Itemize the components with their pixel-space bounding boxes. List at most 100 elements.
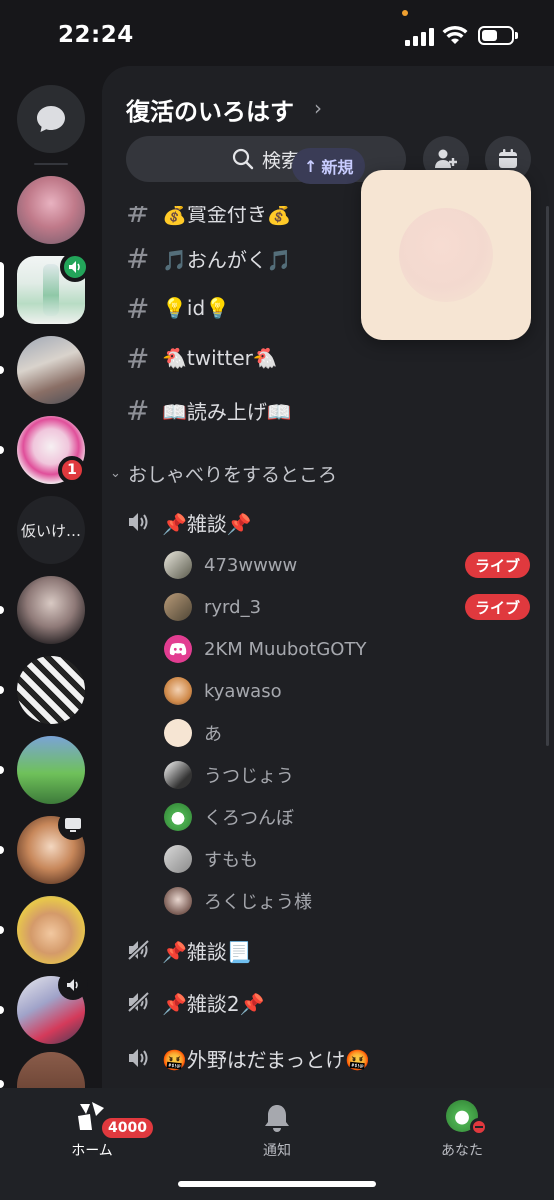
voice-member[interactable]: ryrd_3 ライブ bbox=[102, 586, 554, 628]
member-name: 473wwww bbox=[204, 554, 298, 576]
server-rail: 1 仮いけ… bbox=[0, 66, 102, 1088]
text-channel[interactable]: # 📖読み上げ📖 bbox=[102, 388, 554, 432]
unread-pill bbox=[0, 846, 4, 854]
unread-pill bbox=[0, 366, 4, 374]
voice-member[interactable]: 473wwww ライブ bbox=[102, 544, 554, 586]
avatar bbox=[164, 593, 192, 621]
rail-divider bbox=[34, 163, 68, 165]
avatar bbox=[164, 719, 192, 747]
hash-icon: # bbox=[126, 291, 150, 325]
tab-home-label: ホーム bbox=[71, 1143, 113, 1159]
tab-home[interactable]: ホーム 4000 bbox=[32, 1088, 155, 1168]
screen-share-badge bbox=[58, 810, 88, 840]
text-channel[interactable]: # 🐔twitter🐔 bbox=[102, 336, 554, 380]
tab-you[interactable]: あなた bbox=[402, 1088, 522, 1168]
tab-you-label: あなた bbox=[441, 1143, 483, 1159]
voice-member[interactable]: kyawaso bbox=[102, 670, 554, 712]
search-button[interactable]: 検索 bbox=[126, 136, 406, 182]
channel-name: 🐔twitter🐔 bbox=[162, 346, 278, 370]
server-name[interactable]: 復活のいろはす bbox=[126, 92, 294, 127]
status-bar: 22:24 bbox=[0, 0, 554, 66]
voice-channel[interactable]: 🤬外野はだまっとけ🤬 bbox=[102, 1036, 554, 1080]
member-name: ryrd_3 bbox=[204, 596, 262, 618]
member-name: ろくじょう様 bbox=[204, 892, 312, 913]
unread-pill bbox=[0, 1080, 4, 1088]
server-icon[interactable] bbox=[17, 1052, 85, 1088]
server-icon[interactable] bbox=[17, 736, 85, 804]
direct-messages-button[interactable] bbox=[17, 85, 85, 153]
avatar bbox=[164, 803, 192, 831]
add-member-icon bbox=[435, 149, 457, 168]
channel-name: 💡id💡 bbox=[162, 296, 231, 320]
speaker-icon bbox=[69, 261, 80, 273]
chevron-down-icon: ⌄ bbox=[110, 465, 121, 481]
speaker-icon bbox=[67, 979, 78, 991]
voice-channel[interactable]: 📌雑談2📌 bbox=[102, 980, 554, 1024]
new-unread-jump-button[interactable]: ↑ 新規 bbox=[292, 148, 366, 184]
new-unread-label: 新規 bbox=[321, 158, 354, 177]
category-header[interactable]: ⌄ おしゃべりをするところ bbox=[102, 455, 554, 491]
hash-icon: # bbox=[126, 393, 150, 427]
avatar bbox=[164, 635, 192, 663]
server-icon[interactable] bbox=[17, 176, 85, 244]
tab-notifications[interactable]: 通知 bbox=[217, 1088, 337, 1168]
voice-member[interactable]: すもも bbox=[102, 838, 554, 880]
member-name: 2KM MuubotGOTY bbox=[204, 638, 367, 660]
server-folder[interactable]: 仮いけ… bbox=[17, 496, 85, 564]
voice-member[interactable]: あ bbox=[102, 712, 554, 754]
bell-icon bbox=[265, 1105, 289, 1132]
member-name: kyawaso bbox=[204, 680, 282, 702]
avatar bbox=[164, 677, 192, 705]
cellular-signal-icon bbox=[405, 28, 435, 46]
speaker-muted-icon bbox=[127, 939, 150, 961]
server-icon[interactable] bbox=[17, 656, 85, 724]
chat-bubble-icon bbox=[37, 106, 65, 132]
battery-level bbox=[482, 30, 498, 41]
search-icon bbox=[232, 148, 254, 170]
server-icon[interactable] bbox=[17, 336, 85, 404]
unread-count-badge: 4000 bbox=[100, 1116, 155, 1140]
member-name: あ bbox=[204, 724, 222, 745]
speaking-avatar bbox=[399, 208, 493, 302]
avatar bbox=[164, 887, 192, 915]
voice-channel[interactable]: 📌雑談📌 bbox=[102, 500, 554, 544]
voice-member[interactable]: うつじょう bbox=[102, 754, 554, 796]
arrow-up-icon: ↑ bbox=[304, 156, 318, 176]
channel-name: 📌雑談📃 bbox=[162, 939, 252, 964]
unread-pill bbox=[0, 766, 4, 774]
scrollbar[interactable] bbox=[546, 206, 549, 746]
unread-pill bbox=[0, 606, 4, 614]
live-badge[interactable]: ライブ bbox=[464, 594, 530, 620]
selected-server-pill bbox=[0, 262, 4, 318]
unread-pill bbox=[0, 686, 4, 694]
member-name: くろつんぼ bbox=[204, 808, 294, 829]
home-indicator bbox=[178, 1181, 376, 1187]
speaker-icon bbox=[129, 513, 148, 531]
hash-icon: # bbox=[126, 206, 150, 229]
calendar-icon bbox=[499, 149, 517, 168]
hash-icon: # bbox=[126, 241, 150, 275]
avatar bbox=[164, 845, 192, 873]
voice-active-badge bbox=[60, 252, 90, 282]
chevron-right-icon[interactable]: › bbox=[314, 96, 322, 120]
voice-member[interactable]: くろつんぼ bbox=[102, 796, 554, 838]
voice-pip-overlay[interactable] bbox=[361, 170, 531, 340]
privacy-indicator-dot bbox=[402, 10, 408, 16]
tab-notifications-label: 通知 bbox=[263, 1143, 291, 1159]
voice-channel[interactable]: 📌雑談📃 bbox=[102, 928, 554, 972]
unread-pill bbox=[0, 1006, 4, 1014]
speaker-icon bbox=[129, 1049, 148, 1067]
channel-name: 📌雑談📌 bbox=[162, 511, 252, 536]
live-badge[interactable]: ライブ bbox=[464, 552, 530, 578]
battery-icon bbox=[478, 26, 518, 45]
hash-icon: # bbox=[126, 341, 150, 375]
server-icon[interactable] bbox=[17, 896, 85, 964]
avatar bbox=[164, 761, 192, 789]
voice-member[interactable]: ろくじょう様 bbox=[102, 880, 554, 922]
voice-member[interactable]: 2KM MuubotGOTY bbox=[102, 628, 554, 670]
mention-badge: 1 bbox=[58, 456, 86, 484]
speaker-muted-icon bbox=[127, 991, 150, 1013]
do-not-disturb-icon bbox=[470, 1118, 488, 1136]
server-icon[interactable] bbox=[17, 576, 85, 644]
unread-pill bbox=[0, 446, 4, 454]
